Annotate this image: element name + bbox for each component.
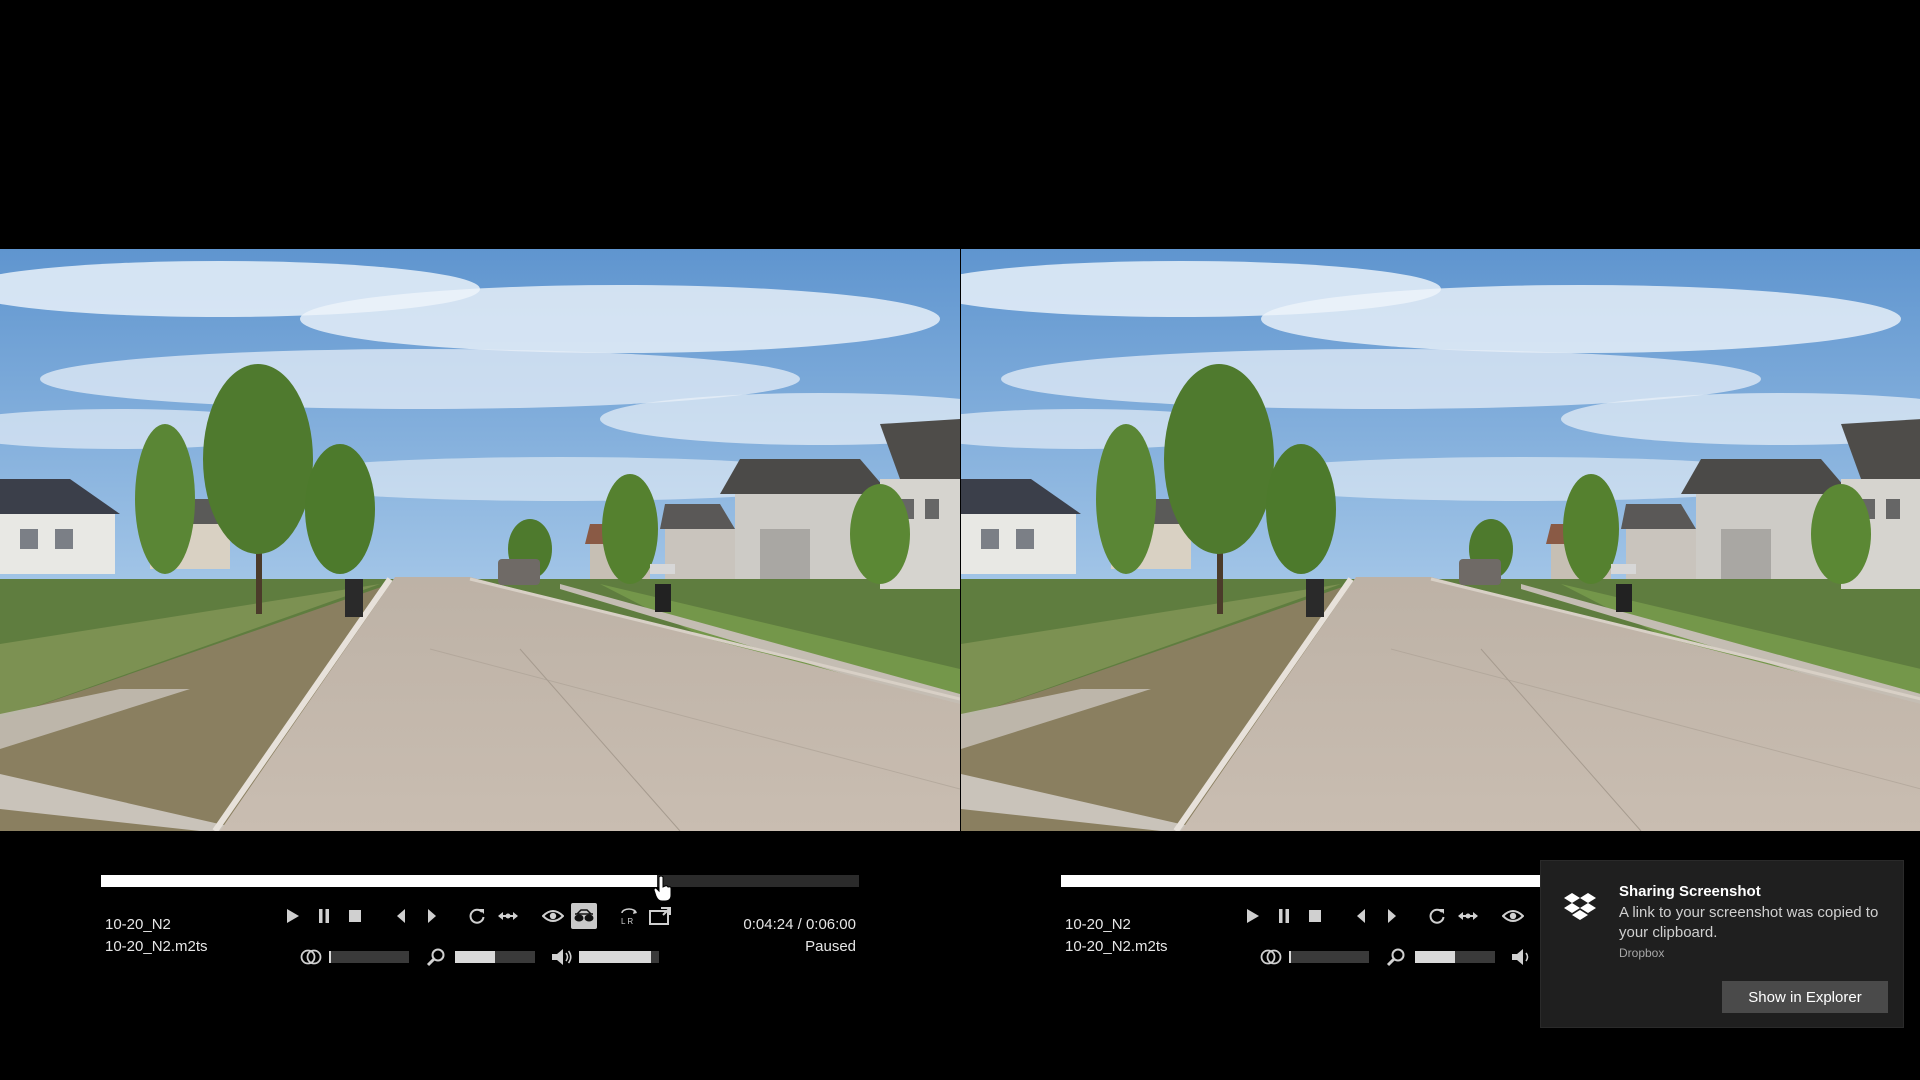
stereo-depth-icon: [299, 945, 323, 969]
volume-icon[interactable]: [1510, 945, 1534, 969]
file-name: 10-20_N2: [1065, 916, 1131, 933]
pause-icon[interactable]: [1272, 904, 1296, 928]
previous-icon[interactable]: [389, 904, 413, 928]
svg-text:L R: L R: [621, 917, 633, 925]
time-display: 0:04:24 / 0:06:00: [743, 916, 856, 933]
show-in-explorer-button[interactable]: Show in Explorer: [1722, 981, 1888, 1013]
next-icon[interactable]: [420, 904, 444, 928]
swap-icon[interactable]: [496, 904, 520, 928]
pause-icon[interactable]: [312, 904, 336, 928]
left-player: 10-20_N2 10-20_N2.m2ts 0:04:24 / 0:06:00…: [0, 0, 960, 1080]
next-icon[interactable]: [1380, 904, 1404, 928]
notification-source: Dropbox: [1619, 946, 1665, 960]
3d-glasses-icon[interactable]: [571, 903, 597, 929]
stereo-depth-slider-fill: [1289, 951, 1291, 963]
dropbox-icon: [1564, 893, 1596, 920]
zoom-slider[interactable]: [1415, 951, 1495, 963]
zoom-slider-fill: [455, 951, 495, 963]
swap-icon[interactable]: [1456, 904, 1480, 928]
seek-bar-fill: [101, 875, 657, 887]
stereo-depth-slider[interactable]: [329, 951, 409, 963]
left-right-icon[interactable]: L R: [617, 904, 641, 928]
notification-body: A link to your screenshot was copied to …: [1619, 904, 1879, 941]
file-path: 10-20_N2.m2ts: [1065, 938, 1168, 955]
stereo-depth-icon: [1259, 945, 1283, 969]
volume-slider[interactable]: [579, 951, 659, 963]
loop-icon[interactable]: [465, 904, 489, 928]
stereo-depth-slider[interactable]: [1289, 951, 1369, 963]
seek-bar-fill: [1061, 875, 1617, 887]
previous-icon[interactable]: [1349, 904, 1373, 928]
stop-icon[interactable]: [1303, 904, 1327, 928]
stop-icon[interactable]: [343, 904, 367, 928]
play-icon[interactable]: [281, 904, 305, 928]
volume-slider-fill: [579, 951, 651, 963]
notification-toast[interactable]: Sharing Screenshot A link to your screen…: [1540, 860, 1904, 1028]
exit-fullscreen-icon[interactable]: [648, 904, 672, 928]
play-icon[interactable]: [1241, 904, 1265, 928]
file-path: 10-20_N2.m2ts: [105, 938, 208, 955]
eye-icon[interactable]: [1501, 904, 1525, 928]
loop-icon[interactable]: [1425, 904, 1449, 928]
eye-icon[interactable]: [541, 904, 565, 928]
playback-status: Paused: [805, 938, 856, 955]
video-frame-left[interactable]: [0, 249, 960, 831]
notification-title: Sharing Screenshot: [1619, 883, 1761, 900]
zoom-icon: [424, 945, 448, 969]
zoom-slider-fill: [1415, 951, 1455, 963]
volume-icon[interactable]: [550, 945, 574, 969]
video-frame-right[interactable]: [961, 249, 1920, 831]
file-name: 10-20_N2: [105, 916, 171, 933]
seek-bar[interactable]: [101, 875, 859, 887]
stereo-depth-slider-fill: [329, 951, 331, 963]
zoom-icon: [1384, 945, 1408, 969]
zoom-slider[interactable]: [455, 951, 535, 963]
